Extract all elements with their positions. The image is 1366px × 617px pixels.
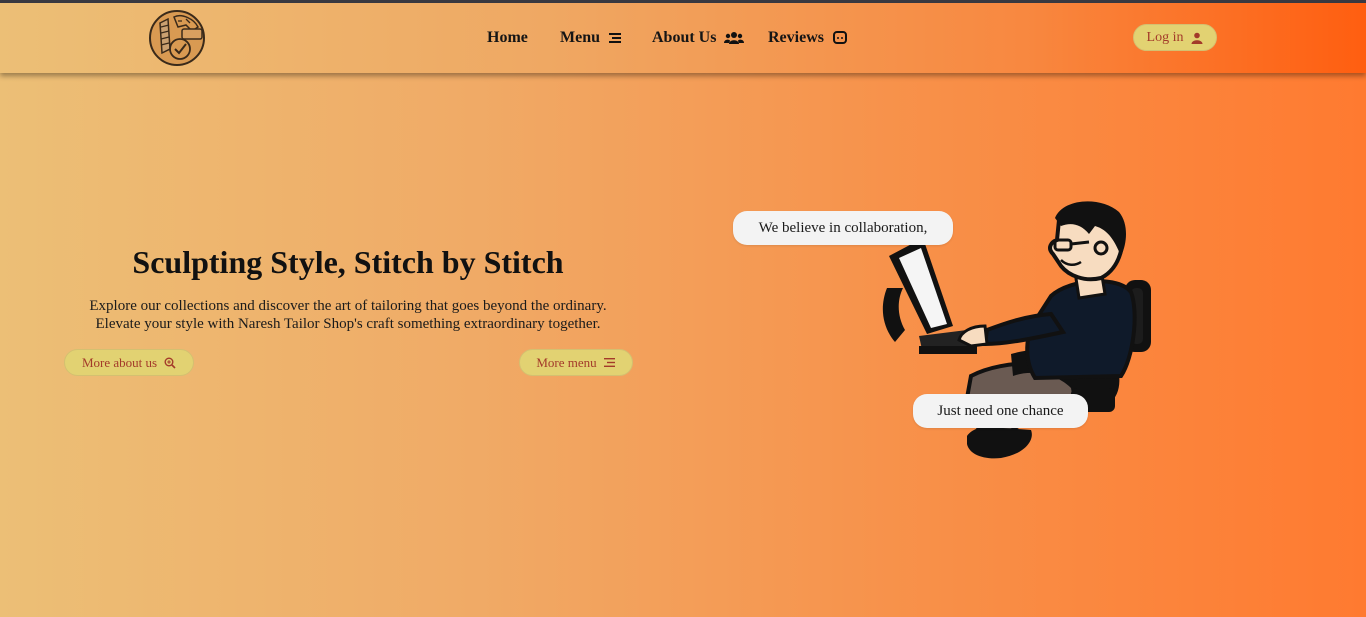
hero-description: Explore our collections and discover the… <box>40 297 656 333</box>
login-label: Log in <box>1146 29 1184 45</box>
hero-line-1: Explore our collections and discover the… <box>89 298 607 314</box>
nav-home[interactable]: Home <box>487 29 528 47</box>
more-menu-label: More menu <box>536 354 597 370</box>
users-icon <box>724 32 745 44</box>
nav-about[interactable]: About Us <box>652 29 745 47</box>
list-icon <box>603 358 615 367</box>
hero-line-2: Elevate your style with Naresh Tailor Sh… <box>95 316 601 332</box>
search-plus-icon <box>164 357 176 369</box>
more-about-button[interactable]: More about us <box>64 349 194 376</box>
logo-icon[interactable] <box>148 9 206 67</box>
speech-bubble-chance: Just need one chance <box>913 394 1088 428</box>
more-about-label: More about us <box>81 354 158 370</box>
nav-reviews[interactable]: Reviews <box>768 29 848 47</box>
hero-title: Sculpting Style, Stitch by Stitch <box>132 244 564 280</box>
site-header: Home Menu About Us Reviews Log in <box>0 3 1366 73</box>
user-icon <box>1191 32 1203 44</box>
list-icon <box>609 33 621 43</box>
nav-reviews-label: Reviews <box>768 29 824 46</box>
chat-icon <box>832 31 847 44</box>
nav-menu[interactable]: Menu <box>560 29 624 47</box>
more-menu-button[interactable]: More menu <box>519 349 633 376</box>
nav-home-label: Home <box>487 29 528 46</box>
nav-about-label: About Us <box>652 29 717 46</box>
login-button[interactable]: Log in <box>1133 24 1217 51</box>
speech-bubble-collaboration: We believe in collaboration, <box>733 211 953 245</box>
nav-menu-label: Menu <box>560 29 600 46</box>
